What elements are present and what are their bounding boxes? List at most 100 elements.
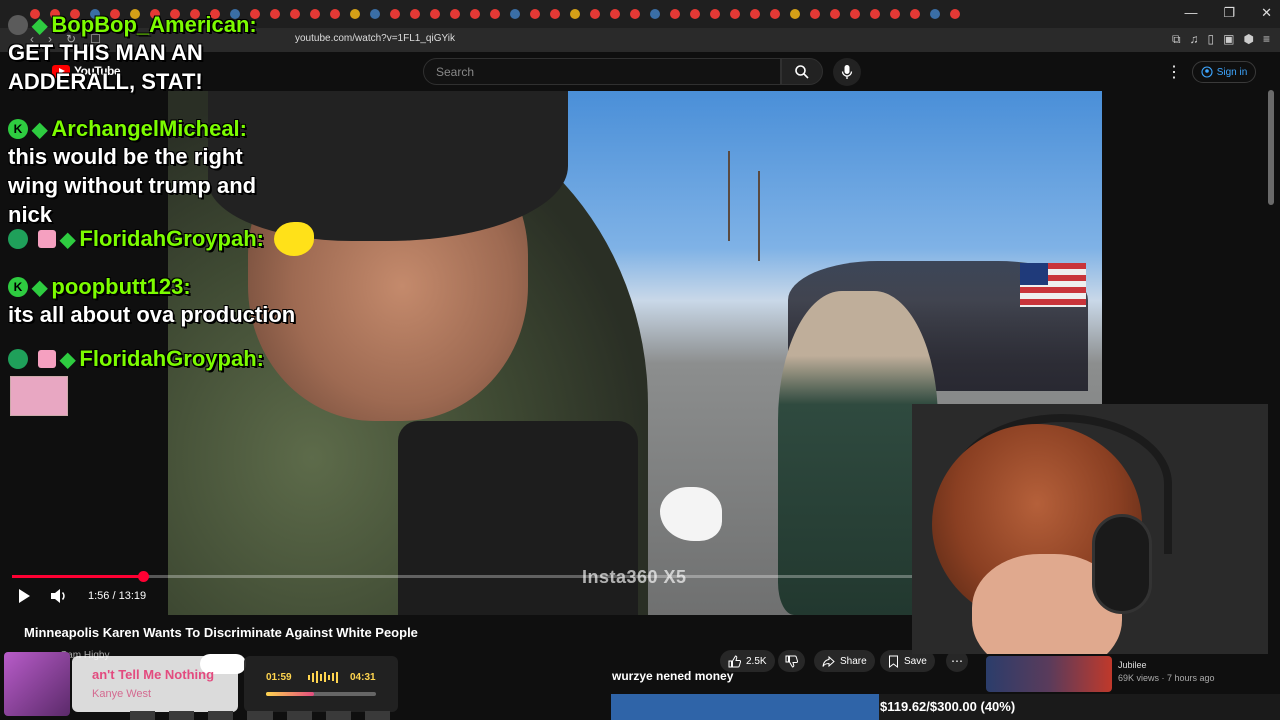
progress-fill [12, 575, 143, 578]
sign-in-label: Sign in [1216, 66, 1248, 78]
maximize-button[interactable]: ❐ [1223, 5, 1235, 21]
thumbs-up-icon [728, 654, 741, 667]
wallet-icon[interactable]: ▣ [1223, 32, 1234, 47]
browser-tab[interactable] [430, 9, 440, 19]
share-icon [822, 655, 835, 667]
gem-badge-icon: ◆ [60, 228, 76, 251]
browser-tab[interactable] [410, 9, 420, 19]
browser-tab[interactable] [310, 9, 320, 19]
donation-goal-text: $119.62/$300.00 (40%) [880, 699, 1016, 714]
browser-tab[interactable] [950, 9, 960, 19]
chat-message: ◆ FloridahGroypah: [8, 346, 264, 372]
browser-tab[interactable] [330, 9, 340, 19]
gem-badge-icon: ◆ [60, 348, 76, 371]
chat-message: K ◆ poopbutt123: its all about ova produ… [8, 274, 295, 329]
dislike-button[interactable] [778, 650, 805, 672]
music-icon[interactable]: ♫ [1190, 32, 1199, 47]
gem-badge-icon: ◆ [32, 276, 48, 299]
heart-badge-icon [8, 229, 28, 249]
sidebar-icon[interactable]: ▯ [1208, 32, 1215, 47]
kick-badge-icon: K [8, 277, 28, 297]
url-field[interactable]: youtube.com/watch?v=1FL1_qiGYik [295, 33, 455, 44]
browser-tab[interactable] [770, 9, 780, 19]
browser-tab[interactable] [630, 9, 640, 19]
chat-username-row: K ◆ poopbutt123: [8, 274, 295, 300]
sign-in-button[interactable]: Sign in [1192, 61, 1256, 83]
american-flag [1020, 263, 1086, 307]
browser-tab[interactable] [690, 9, 700, 19]
browser-tab[interactable] [710, 9, 720, 19]
white-glove [660, 487, 722, 541]
browser-tab[interactable] [570, 9, 580, 19]
recommendation-channel[interactable]: Jubilee [1118, 660, 1147, 670]
vpn-icon[interactable]: ⬢ [1244, 32, 1254, 47]
browser-tab[interactable] [870, 9, 880, 19]
song-elapsed: 01:59 [266, 672, 292, 683]
browser-tab[interactable] [590, 9, 600, 19]
chat-username-row: ◆ BopBop_American: [8, 12, 308, 38]
song-progress-fill [266, 692, 315, 696]
chat-username-row: ◆ FloridahGroypah: [8, 222, 314, 256]
song-info-box [72, 656, 238, 712]
browser-tab[interactable] [550, 9, 560, 19]
chat-username: ArchangelMicheal: [51, 116, 247, 141]
browser-tab[interactable] [370, 9, 380, 19]
video-title: Minneapolis Karen Wants To Discriminate … [24, 625, 418, 640]
play-icon[interactable] [16, 588, 32, 604]
screen: — ❐ ✕ ‹ › ↻ ☐ youtube.com/watch?v=1FL1_q… [0, 0, 1280, 720]
share-label: Share [840, 655, 867, 667]
browser-tab[interactable] [790, 9, 800, 19]
page-scrollbar[interactable] [1268, 90, 1274, 205]
voice-search-button[interactable] [833, 58, 861, 86]
minimize-button[interactable]: — [1184, 5, 1197, 21]
browser-tab[interactable] [670, 9, 680, 19]
chat-username: FloridahGroypah: [79, 346, 264, 371]
song-artist: Kanye West [92, 688, 152, 700]
song-total: 04:31 [350, 672, 376, 683]
tree [758, 171, 760, 261]
heart-badge-icon [8, 349, 28, 369]
browser-tab[interactable] [530, 9, 540, 19]
share-button[interactable]: Share [814, 650, 875, 672]
recommendation-thumbnail[interactable] [986, 656, 1112, 692]
progress-scrubber[interactable] [137, 571, 149, 582]
browser-tab[interactable] [390, 9, 400, 19]
equalizer-icon [308, 671, 338, 683]
gem-badge-icon: ◆ [32, 14, 48, 37]
browser-tab[interactable] [730, 9, 740, 19]
browser-tab[interactable] [890, 9, 900, 19]
close-button[interactable]: ✕ [1261, 5, 1272, 21]
search-button[interactable] [781, 58, 823, 85]
browser-tab[interactable] [850, 9, 860, 19]
browser-tab[interactable] [350, 9, 360, 19]
browser-tab[interactable] [490, 9, 500, 19]
browser-tab[interactable] [750, 9, 760, 19]
menu-icon[interactable]: ≡ [1263, 32, 1270, 47]
search-input[interactable]: Search [423, 58, 781, 85]
browser-tab[interactable] [470, 9, 480, 19]
time-display: 1:56 / 13:19 [88, 590, 147, 602]
browser-tab[interactable] [830, 9, 840, 19]
streamer-webcam [912, 404, 1268, 654]
settings-menu-icon[interactable]: ⋮ [1166, 62, 1182, 82]
browser-tab[interactable] [910, 9, 920, 19]
song-time-box [244, 656, 398, 712]
chat-username-row: ◆ FloridahGroypah: [8, 346, 264, 372]
browser-tab[interactable] [650, 9, 660, 19]
duck-emote-icon [273, 222, 314, 256]
extension-puzzle-icon[interactable]: ⧉ [1172, 32, 1181, 47]
now-playing-widget [0, 652, 400, 720]
browser-tab[interactable] [450, 9, 460, 19]
like-count: 2.5K [746, 655, 767, 667]
chat-text: its all about ova production [8, 302, 296, 327]
save-label: Save [904, 655, 927, 667]
song-title: an't Tell Me Nothing [92, 667, 215, 682]
browser-tab[interactable] [810, 9, 820, 19]
volume-icon[interactable] [50, 588, 68, 604]
avatar [8, 15, 28, 35]
browser-tab[interactable] [930, 9, 940, 19]
browser-tab[interactable] [610, 9, 620, 19]
account-icon [1201, 66, 1213, 78]
taskbar-strip [130, 711, 390, 720]
browser-tab[interactable] [510, 9, 520, 19]
